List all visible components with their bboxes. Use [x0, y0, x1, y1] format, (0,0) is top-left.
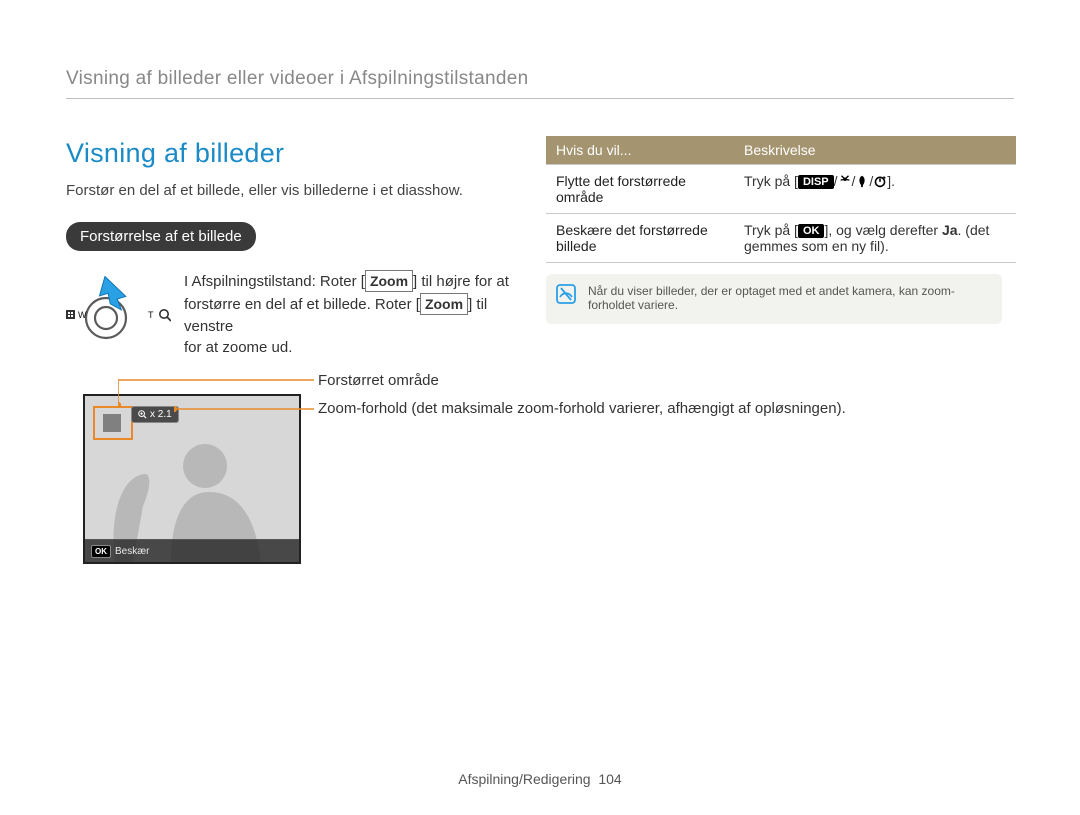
- zoom-instruction-text: I Afspilningstilstand: Roter [Zoom] til …: [184, 270, 526, 359]
- callout-enlarged-area: Forstørret område: [318, 372, 439, 389]
- ja-label: Ja: [942, 222, 958, 238]
- info-note-icon: [556, 284, 576, 304]
- leader-line-icon: [174, 405, 318, 413]
- table-cell-desc: Tryk på [DISP///].: [734, 165, 1016, 214]
- viewfinder-indicator: [93, 406, 133, 440]
- zoom-ratio-badge: x 2.1: [131, 406, 179, 423]
- disp-chip-icon: DISP: [798, 175, 834, 189]
- table-head-right: Beskrivelse: [734, 136, 1016, 165]
- leader-line-icon: [118, 376, 318, 406]
- table-cell-action: Beskære det forstørrede billede: [546, 214, 734, 263]
- zoom-label-box: Zoom: [365, 270, 413, 292]
- table-cell-desc: Tryk på [OK], og vælg derefter Ja. (det …: [734, 214, 1016, 263]
- macro-flower-icon: [838, 174, 852, 188]
- flash-icon: [855, 174, 869, 188]
- crop-bar: OK Beskær: [85, 539, 299, 562]
- ok-chip-icon: OK: [91, 545, 111, 558]
- actions-table: Hvis du vil... Beskrivelse Flytte det fo…: [546, 136, 1016, 263]
- table-row: Beskære det forstørrede billede Tryk på …: [546, 214, 1016, 263]
- preview-screen: x 2.1 OK Beskær: [83, 394, 301, 564]
- section-title: Visning af billeder: [66, 138, 284, 169]
- section-description: Forstør en del af et billede, eller vis …: [66, 182, 463, 199]
- subsection-pill: Forstørrelse af et billede: [66, 222, 256, 251]
- timer-icon: [873, 174, 887, 188]
- page-header: Visning af billeder eller videoer i Afsp…: [66, 68, 528, 90]
- zoom-label-box: Zoom: [420, 293, 468, 315]
- table-row: Flytte det forstørrede område Tryk på [D…: [546, 165, 1016, 214]
- zoom-dial-icon: W T: [66, 276, 171, 346]
- header-rule: [66, 98, 1014, 99]
- crop-label: Beskær: [115, 546, 149, 557]
- dial-w-label: W: [78, 310, 87, 320]
- table-cell-action: Flytte det forstørrede område: [546, 165, 734, 214]
- page-number: 104: [598, 771, 621, 787]
- dial-t-label: T: [148, 310, 154, 320]
- callout-zoom-ratio: Zoom-forhold (det maksimale zoom-forhold…: [318, 398, 846, 420]
- ok-chip-icon: OK: [798, 224, 825, 238]
- info-note: Når du viser billeder, der er optaget me…: [546, 274, 1002, 324]
- magnify-plus-icon: [138, 410, 147, 419]
- page-footer: Afspilning/Redigering 104: [0, 771, 1080, 787]
- table-head-left: Hvis du vil...: [546, 136, 734, 165]
